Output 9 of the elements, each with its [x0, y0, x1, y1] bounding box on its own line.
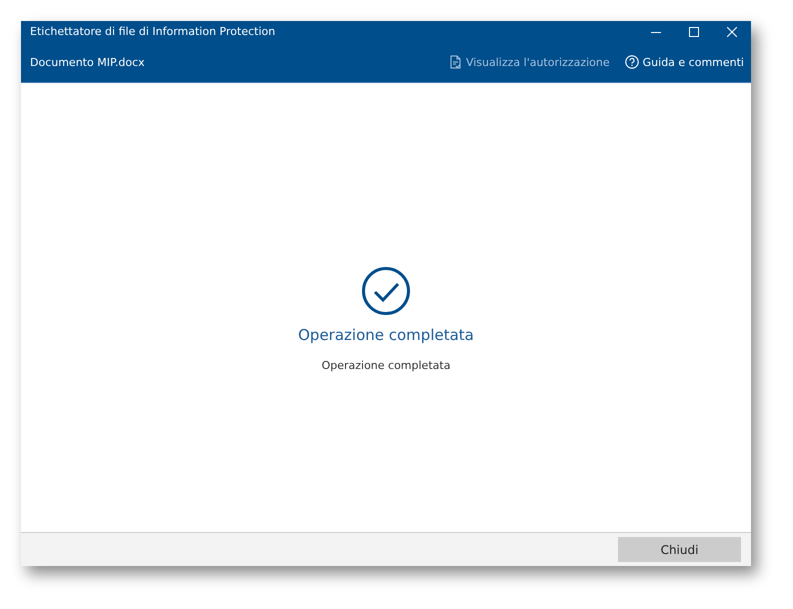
help-link[interactable]: Guida e commenti: [624, 55, 744, 69]
help-icon: [624, 55, 639, 69]
close-button[interactable]: Chiudi: [618, 537, 741, 562]
check-circle-icon: [361, 266, 411, 316]
window-title: Etichettatore di file di Information Protection: [30, 25, 276, 38]
result-message: Operazione completata: [322, 358, 450, 372]
document-icon: [450, 55, 462, 69]
result-heading: Operazione completata: [298, 326, 474, 344]
file-name: Documento MIP.docx: [30, 56, 146, 68]
